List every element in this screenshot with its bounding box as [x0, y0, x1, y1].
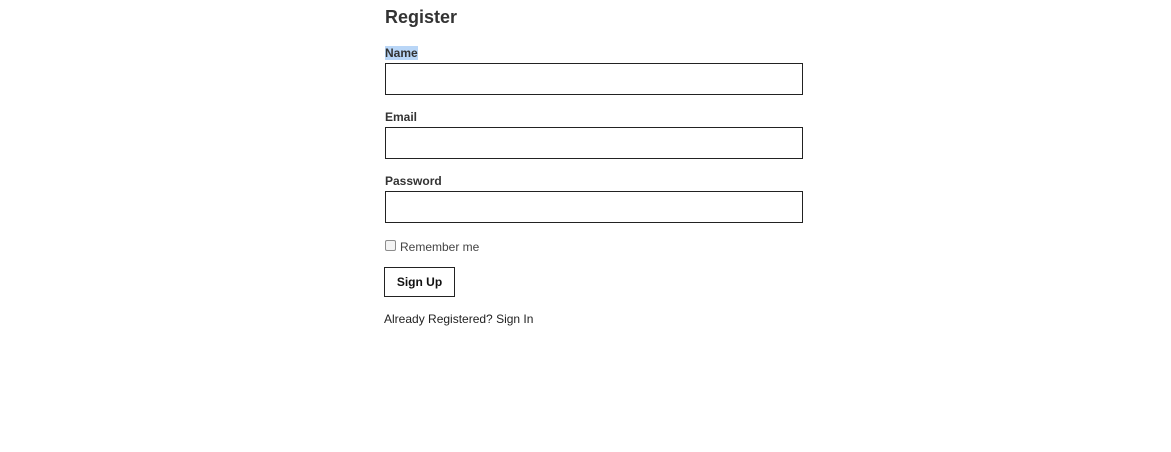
email-label-text: Email	[385, 110, 418, 124]
email-input[interactable]	[385, 127, 803, 159]
already-registered-text: Already Registered?	[384, 312, 493, 326]
name-label-text: Name	[385, 46, 418, 60]
sign-up-button[interactable]: Sign Up	[384, 267, 455, 297]
page-title: Register	[385, 7, 458, 27]
remember-me-row: Remember me	[385, 239, 479, 255]
password-label-text: Password	[385, 174, 442, 188]
sign-in-link[interactable]: Sign In	[496, 312, 533, 326]
email-label: Email	[385, 110, 417, 124]
already-registered-line: Already Registered? Sign In	[384, 312, 533, 326]
password-input[interactable]	[385, 191, 803, 223]
remember-me-checkbox[interactable]	[385, 239, 396, 251]
remember-me-label: Remember me	[400, 240, 480, 254]
password-label: Password	[385, 174, 442, 188]
name-input[interactable]	[385, 63, 803, 95]
name-label: Name	[385, 46, 418, 60]
